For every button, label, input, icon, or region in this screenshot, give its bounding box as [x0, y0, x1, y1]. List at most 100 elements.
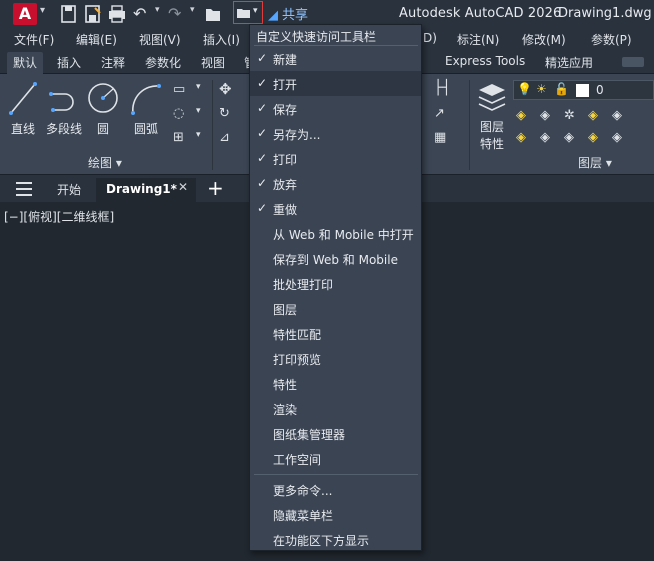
menu-item-properties[interactable]: 特性 [250, 371, 421, 396]
undo-icon[interactable]: ↶ [133, 4, 146, 24]
menu-item-more-commands[interactable]: 更多命令... [250, 477, 421, 502]
menu-item-workspace[interactable]: 工作空间 [250, 446, 421, 471]
menu-draw[interactable]: D) [423, 31, 437, 45]
tab-featured-apps[interactable]: 精选应用 [545, 54, 593, 71]
menu-file[interactable]: 文件(F) [14, 31, 54, 48]
arc-tool[interactable]: 圆弧 [128, 80, 164, 137]
polyline-icon [49, 92, 74, 112]
tab-view[interactable]: 视图 [201, 54, 225, 71]
chevron-down-icon[interactable]: ▾ [155, 5, 160, 15]
menu-item-new[interactable]: ✓ 新建 [250, 46, 421, 71]
layer-tool-icon[interactable]: ◈ [540, 108, 550, 123]
circle-tool[interactable]: 圆 [86, 80, 120, 137]
check-icon: ✓ [257, 101, 268, 115]
menu-edit[interactable]: 编辑(E) [76, 31, 117, 48]
ribbon-divider [212, 80, 213, 170]
open-file-icon[interactable] [204, 4, 222, 24]
menu-dimension[interactable]: 标注(N) [457, 31, 499, 48]
ribbon-divider [469, 80, 470, 170]
chevron-down-icon[interactable]: ▾ [196, 82, 201, 92]
print-icon[interactable] [108, 4, 126, 24]
chevron-down-icon[interactable]: ▾ [190, 5, 195, 15]
layer-tool-icon[interactable]: ◈ [516, 108, 526, 123]
menu-parametric[interactable]: 参数(P) [591, 31, 632, 48]
menu-item-hide-menubar[interactable]: 隐藏菜单栏 [250, 502, 421, 527]
rotate-icon[interactable]: ↻ [219, 106, 230, 121]
menu-item-print[interactable]: ✓ 打印 [250, 146, 421, 171]
menu-item-show-below-ribbon[interactable]: 在功能区下方显示 [250, 527, 421, 552]
menu-item-save-as[interactable]: ✓ 另存为... [250, 121, 421, 146]
layer-properties-button[interactable]: 图层 特性 [474, 80, 510, 152]
save-icon[interactable] [84, 4, 102, 24]
layer-tool-icon[interactable]: ◈ [588, 108, 598, 123]
menu-insert[interactable]: 插入(I) [203, 31, 240, 48]
menu-item-undo[interactable]: ✓ 放弃 [250, 171, 421, 196]
redo-icon[interactable]: ↷ [168, 4, 181, 24]
layer-tool-icon[interactable]: ✲ [564, 108, 575, 123]
chevron-down-icon[interactable]: ▾ [196, 106, 201, 116]
table-icon[interactable]: ▦ [434, 130, 446, 145]
menu-item-open[interactable]: ✓ 打开 [250, 71, 421, 96]
tab-express-tools[interactable]: Express Tools [445, 54, 525, 68]
menu-separator [254, 474, 418, 475]
tab-home[interactable]: 默认 [7, 52, 44, 74]
ribbon-options-button[interactable] [622, 57, 644, 67]
check-icon: ✓ [257, 151, 268, 165]
share-button[interactable]: ◢ 共享 [268, 4, 308, 23]
menu-modify[interactable]: 修改(M) [522, 31, 566, 48]
menu-item-render[interactable]: 渲染 [250, 396, 421, 421]
unlock-icon[interactable]: 🔓 [554, 82, 569, 96]
sun-icon[interactable]: ☀ [536, 82, 547, 96]
add-tab-icon[interactable]: + [207, 176, 224, 200]
line-icon [9, 82, 37, 115]
menu-item-layer[interactable]: 图层 [250, 296, 421, 321]
layers-icon [478, 84, 506, 111]
menu-item-sheet-set-manager[interactable]: 图纸集管理器 [250, 421, 421, 446]
hatch-icon[interactable]: ◌ [173, 106, 184, 121]
menu-item-redo[interactable]: ✓ 重做 [250, 196, 421, 221]
menu-item-batch-plot[interactable]: 批处理打印 [250, 271, 421, 296]
polyline-tool[interactable]: 多段线 [43, 80, 85, 137]
check-icon: ✓ [257, 76, 268, 90]
menu-item-save[interactable]: ✓ 保存 [250, 96, 421, 121]
menu-item-match-properties[interactable]: 特性匹配 [250, 321, 421, 346]
tab-parametric[interactable]: 参数化 [145, 54, 181, 71]
lightbulb-icon[interactable]: 💡 [517, 82, 532, 96]
menu-header: 自定义快速访问工具栏 [256, 30, 377, 44]
tab-insert[interactable]: 插入 [57, 54, 81, 71]
check-icon: ✓ [257, 201, 268, 215]
close-icon[interactable]: ✕ [178, 180, 188, 194]
menu-item-save-web-mobile[interactable]: 保存到 Web 和 Mobile [250, 246, 421, 271]
chevron-down-icon[interactable]: ▾ [40, 5, 45, 16]
layer-dropdown[interactable]: 💡 ☀ 🔓 0 [513, 80, 654, 100]
layer-tool-icon[interactable]: ◈ [516, 130, 526, 145]
line-tool[interactable]: 直线 [6, 80, 40, 137]
app-title: Autodesk AutoCAD 2026 [399, 6, 562, 21]
layer-tool-icon[interactable]: ◈ [612, 130, 622, 145]
menu-item-open-web-mobile[interactable]: 从 Web 和 Mobile 中打开 [250, 221, 421, 246]
application-menu-button[interactable]: A [13, 3, 37, 25]
layer-tool-icon[interactable]: ◈ [540, 130, 550, 145]
draw-panel-label[interactable]: 绘图 ▾ [88, 154, 122, 171]
new-file-icon[interactable] [60, 4, 78, 24]
mirror-icon[interactable]: ⊿ [219, 130, 230, 145]
hamburger-menu-icon[interactable] [16, 182, 32, 200]
boundary-icon[interactable]: ⊞ [173, 130, 184, 145]
menu-item-plot-preview[interactable]: 打印预览 [250, 346, 421, 371]
viewport-controls[interactable]: [−][俯视][二维线框] [4, 208, 114, 225]
leader-icon[interactable]: ↗ [434, 106, 445, 121]
rectangle-icon[interactable]: ▭ [173, 82, 185, 97]
layers-panel-label[interactable]: 图层 ▾ [578, 154, 612, 171]
move-icon[interactable]: ✥ [219, 80, 232, 98]
chevron-down-icon[interactable]: ▾ [196, 130, 201, 140]
customize-quick-access-dropdown[interactable]: ▾ [233, 1, 263, 24]
customize-quick-access-menu: 自定义快速访问工具栏 ✓ 新建 ✓ 打开 ✓ 保存 ✓ 另存为... ✓ 打印 ✓ 放弃 ✓… [249, 24, 422, 551]
folder-icon [237, 9, 250, 18]
layer-tool-icon[interactable]: ◈ [588, 130, 598, 145]
tab-annotate[interactable]: 注释 [101, 54, 125, 71]
dimension-icon[interactable]: ├┤ [434, 80, 451, 96]
layer-tool-icon[interactable]: ◈ [564, 130, 574, 145]
doc-tab-start[interactable]: 开始 [57, 181, 81, 198]
menu-view[interactable]: 视图(V) [139, 31, 181, 48]
layer-tool-icon[interactable]: ◈ [612, 108, 622, 123]
